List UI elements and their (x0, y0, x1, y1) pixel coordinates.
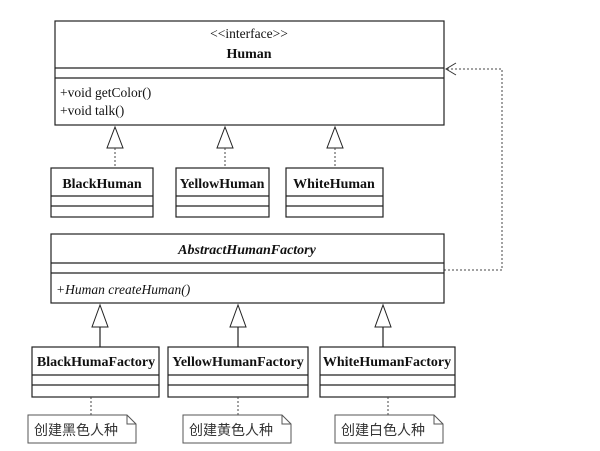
generalization-arrows (91, 303, 392, 347)
class-name: YellowHumanFactory (172, 355, 303, 370)
realization-arrows (106, 125, 344, 168)
dependency-arrow (444, 62, 503, 271)
realization-arrowhead (106, 125, 124, 149)
note-white: 创建白色人种 (334, 397, 444, 444)
class-name: BlackHuman (62, 177, 142, 192)
class-name: WhiteHuman (293, 177, 375, 192)
note-yellow: 创建黄色人种 (182, 397, 292, 444)
note-text: 创建白色人种 (341, 422, 425, 439)
generalization-arrowhead (229, 303, 247, 328)
realization-arrowhead (216, 125, 234, 149)
class-white-human-factory: WhiteHumanFactory (319, 346, 456, 398)
generalization-arrowhead (374, 303, 392, 328)
class-name: BlackHumaFactory (37, 355, 155, 370)
class-name: AbstractHumanFactory (177, 243, 316, 258)
uml-class-diagram: <<interface>> Human +void getColor() +vo… (27, 20, 503, 444)
note-black: 创建黑色人种 (27, 397, 137, 444)
generalization-arrowhead (91, 303, 109, 328)
human-interface-class: <<interface>> Human +void getColor() +vo… (54, 20, 445, 126)
class-name: YellowHuman (180, 177, 265, 192)
abstract-factory-class: AbstractHumanFactory +Human createHuman(… (50, 233, 445, 304)
class-black-human-factory: BlackHumaFactory (31, 346, 160, 398)
method: +void talk() (60, 103, 124, 118)
note-text: 创建黄色人种 (189, 422, 273, 439)
method: +void getColor() (60, 85, 151, 100)
class-white-human: WhiteHuman (285, 167, 384, 218)
note-text: 创建黑色人种 (34, 422, 118, 439)
realization-arrowhead (326, 125, 344, 149)
class-yellow-human-factory: YellowHumanFactory (167, 346, 309, 398)
stereotype-label: <<interface>> (210, 26, 288, 41)
class-black-human: BlackHuman (50, 167, 154, 218)
method: +Human createHuman() (56, 282, 191, 297)
class-name: Human (226, 47, 271, 62)
class-yellow-human: YellowHuman (175, 167, 270, 218)
class-name: WhiteHumanFactory (323, 355, 451, 370)
